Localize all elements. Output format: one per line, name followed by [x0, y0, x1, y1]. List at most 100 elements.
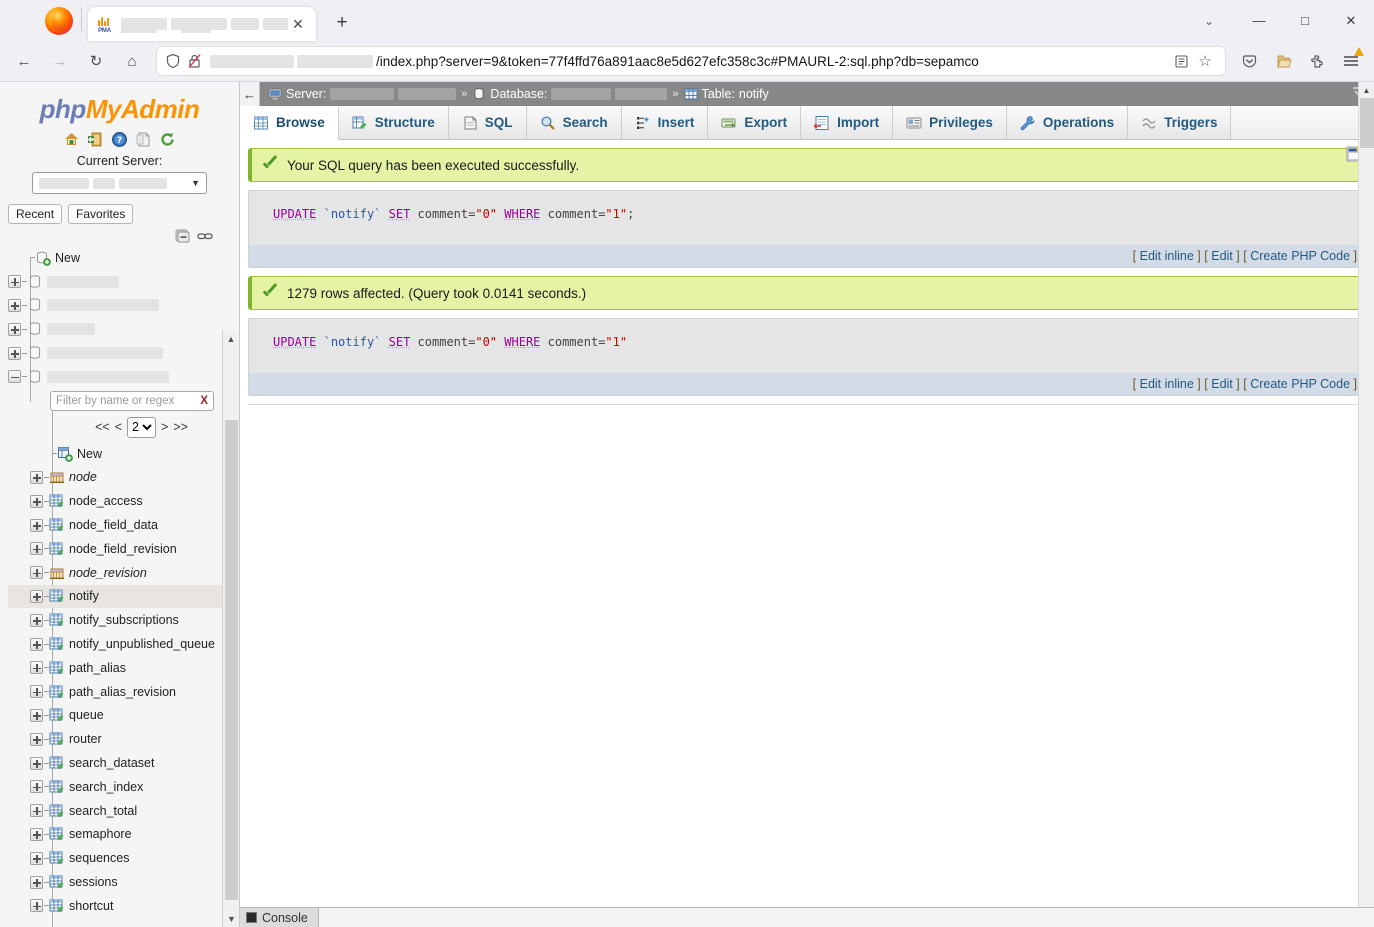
insecure-connection-lock-icon[interactable] [187, 53, 202, 69]
tree-node-database[interactable] [8, 270, 239, 294]
tree-node-database[interactable] [8, 317, 239, 341]
breadcrumb-back-button[interactable]: ← [240, 82, 260, 106]
expand-icon[interactable] [30, 494, 43, 508]
url-text[interactable]: /index.php?server=9&token=77f4ffd76a891a… [210, 54, 1169, 69]
expand-icon[interactable] [30, 470, 43, 484]
expand-icon[interactable] [30, 542, 43, 556]
close-window-button[interactable]: ✕ [1328, 0, 1374, 41]
expand-icon[interactable] [30, 851, 43, 865]
expand-icon[interactable] [8, 322, 21, 336]
browser-tab-phpmyadmin[interactable]: PMA ✕ [88, 7, 316, 41]
tab-structure[interactable]: Structure [338, 106, 449, 139]
tree-node-table-node_field_revision[interactable]: node_field_revision [8, 537, 239, 561]
home-button[interactable]: ⌂ [116, 45, 148, 77]
breadcrumb-server[interactable]: Server: [268, 87, 457, 101]
expand-icon[interactable] [30, 589, 43, 603]
expand-icon[interactable] [30, 804, 43, 818]
breadcrumb-table[interactable]: Table: notify [684, 87, 769, 101]
tab-import[interactable]: Import [801, 106, 894, 139]
create-php-code-link[interactable]: Create PHP Code [1250, 377, 1350, 391]
expand-icon[interactable] [30, 708, 43, 722]
tree-node-table-notify[interactable]: notify [8, 584, 239, 609]
sql-docs-icon[interactable] [135, 131, 152, 148]
main-scrollbar[interactable]: ▲ [1358, 82, 1374, 927]
sql-query-text[interactable]: UPDATE `notify` SET comment="0" WHERE co… [249, 191, 1365, 245]
home-icon[interactable] [63, 131, 80, 148]
tree-node-table-sequences[interactable]: sequences [8, 846, 239, 870]
new-tab-button[interactable]: + [328, 9, 356, 37]
address-bar[interactable]: /index.php?server=9&token=77f4ffd76a891a… [156, 46, 1226, 76]
link-with-main-panel-icon[interactable] [197, 228, 213, 244]
sql-query-text[interactable]: UPDATE `notify` SET comment="0" WHERE co… [249, 319, 1365, 373]
pocket-icon[interactable] [1234, 45, 1264, 77]
tree-node-table-notify_unpublished_queue[interactable]: notify_unpublished_queue [8, 632, 239, 656]
maximize-button[interactable]: □ [1282, 0, 1328, 41]
pager-prev[interactable]: < [115, 420, 122, 434]
expand-icon[interactable] [8, 275, 21, 289]
edit-link[interactable]: Edit [1211, 377, 1233, 391]
app-menu-icon[interactable] [1336, 45, 1366, 77]
tree-node-table-path_alias[interactable]: path_alias [8, 656, 239, 680]
scrollbar-thumb[interactable] [225, 420, 238, 900]
expand-icon[interactable] [30, 637, 43, 651]
tree-node-new-table[interactable]: New [8, 442, 239, 466]
expand-icon[interactable] [30, 756, 43, 770]
scroll-up-icon[interactable]: ▲ [223, 330, 239, 347]
tab-privileges[interactable]: Privileges [893, 106, 1007, 139]
tree-node-table-node_field_data[interactable]: node_field_data [8, 513, 239, 537]
reader-mode-icon[interactable] [1169, 49, 1193, 73]
reload-button[interactable]: ↻ [80, 45, 112, 77]
scroll-down-icon[interactable]: ▼ [223, 910, 239, 927]
edit-link[interactable]: Edit [1211, 249, 1233, 263]
expand-icon[interactable] [8, 298, 21, 312]
tree-node-table-search_index[interactable]: search_index [8, 775, 239, 799]
scroll-up-icon[interactable]: ▲ [1359, 82, 1374, 98]
expand-icon[interactable] [30, 827, 43, 841]
expand-icon[interactable] [30, 899, 43, 913]
tree-node-table-shortcut[interactable]: shortcut [8, 894, 239, 918]
tab-browse[interactable]: Browse [240, 106, 339, 140]
tree-node-table-path_alias_revision[interactable]: path_alias_revision [8, 680, 239, 704]
tab-triggers[interactable]: Triggers [1128, 106, 1232, 139]
reload-icon[interactable] [159, 131, 176, 148]
expand-icon[interactable] [30, 732, 43, 746]
console-toggle[interactable]: Console [240, 907, 319, 927]
filter-input[interactable]: Filter by name or regex X [50, 390, 214, 411]
pager-first[interactable]: << [95, 420, 110, 434]
breadcrumb-database[interactable]: Database: [472, 87, 668, 101]
tree-node-database[interactable] [8, 294, 239, 318]
tree-node-table-node_access[interactable]: node_access [8, 489, 239, 513]
forward-button[interactable]: → [44, 45, 76, 77]
tree-node-table-node_revision[interactable]: node_revision [8, 561, 239, 585]
tab-search[interactable]: Search [526, 106, 622, 139]
extensions-icon[interactable] [1302, 45, 1332, 77]
tab-operations[interactable]: Operations [1006, 106, 1129, 139]
tracking-protection-shield-icon[interactable] [165, 53, 181, 69]
tree-node-table-search_total[interactable]: search_total [8, 799, 239, 823]
pager-next[interactable]: > [161, 420, 168, 434]
tree-node-table-semaphore[interactable]: semaphore [8, 823, 239, 847]
tab-export[interactable]: Export [708, 106, 802, 139]
expand-icon[interactable] [30, 613, 43, 627]
tree-node-table-node[interactable]: node [8, 466, 239, 490]
tree-node-database-expanded[interactable] [8, 365, 239, 389]
pager-last[interactable]: >> [173, 420, 188, 434]
tab-recent[interactable]: Recent [8, 204, 63, 224]
edit-inline-link[interactable]: Edit inline [1140, 249, 1194, 263]
tree-node-table-router[interactable]: router [8, 727, 239, 751]
tab-favorites[interactable]: Favorites [68, 204, 134, 224]
expand-icon[interactable] [30, 780, 43, 794]
logout-icon[interactable] [87, 131, 104, 148]
filter-clear-icon[interactable]: X [200, 395, 208, 407]
bookmark-star-icon[interactable]: ☆ [1193, 49, 1217, 73]
tree-node-new-database[interactable]: New [8, 246, 239, 270]
expand-icon[interactable] [30, 566, 43, 580]
tab-close-icon[interactable]: ✕ [288, 14, 308, 34]
edit-inline-link[interactable]: Edit inline [1140, 377, 1194, 391]
expand-icon[interactable] [30, 661, 43, 675]
expand-icon[interactable] [30, 518, 43, 532]
scrollbar-thumb[interactable] [1360, 98, 1374, 148]
minimize-button[interactable]: — [1236, 0, 1282, 41]
tree-node-database[interactable] [8, 341, 239, 365]
tree-node-table-sessions[interactable]: sessions [8, 870, 239, 894]
